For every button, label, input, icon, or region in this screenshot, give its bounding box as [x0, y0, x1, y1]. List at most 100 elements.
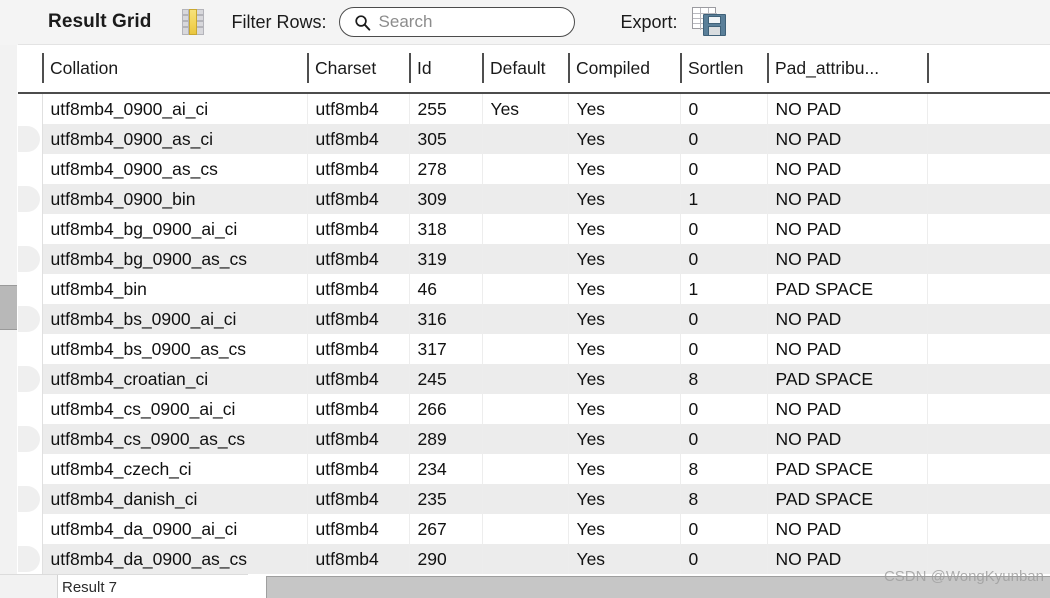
cell-sortlen[interactable]: 8: [680, 454, 768, 484]
cell-collation[interactable]: utf8mb4_danish_ci: [42, 484, 308, 514]
cell-pad[interactable]: NO PAD: [767, 394, 928, 424]
cell-compiled[interactable]: Yes: [568, 214, 681, 244]
cell-sortlen[interactable]: 0: [680, 124, 768, 154]
cell-pad[interactable]: PAD SPACE: [767, 454, 928, 484]
table-row[interactable]: utf8mb4_croatian_ci utf8mb4 245 Yes 8 PAD SPA…: [18, 364, 1050, 394]
column-header-charset[interactable]: Charset: [307, 45, 409, 94]
cell-extra[interactable]: [927, 424, 1050, 454]
cell-extra[interactable]: [927, 274, 1050, 304]
cell-charset[interactable]: utf8mb4: [307, 304, 410, 334]
cell-sortlen[interactable]: 0: [680, 154, 768, 184]
cell-collation[interactable]: utf8mb4_bs_0900_as_cs: [42, 334, 308, 364]
cell-extra[interactable]: [927, 124, 1050, 154]
cell-default[interactable]: [482, 514, 569, 544]
row-selector-cell[interactable]: [18, 514, 43, 544]
cell-extra[interactable]: [927, 484, 1050, 514]
table-row[interactable]: utf8mb4_bg_0900_as_cs utf8mb4 319 Yes 0 NO PA…: [18, 244, 1050, 274]
cell-compiled[interactable]: Yes: [568, 244, 681, 274]
cell-collation[interactable]: utf8mb4_bs_0900_ai_ci: [42, 304, 308, 334]
cell-id[interactable]: 290: [409, 544, 483, 574]
cell-charset[interactable]: utf8mb4: [307, 244, 410, 274]
cell-charset[interactable]: utf8mb4: [307, 274, 410, 304]
cell-collation[interactable]: utf8mb4_bin: [42, 274, 308, 304]
vertical-scrollbar-track[interactable]: [0, 45, 17, 576]
cell-sortlen[interactable]: 8: [680, 364, 768, 394]
cell-id[interactable]: 305: [409, 124, 483, 154]
cell-charset[interactable]: utf8mb4: [307, 214, 410, 244]
cell-extra[interactable]: [927, 214, 1050, 244]
row-selector-cell[interactable]: [18, 93, 43, 124]
cell-id[interactable]: 245: [409, 364, 483, 394]
cell-charset[interactable]: utf8mb4: [307, 124, 410, 154]
cell-collation[interactable]: utf8mb4_bg_0900_as_cs: [42, 244, 308, 274]
cell-default[interactable]: [482, 424, 569, 454]
cell-default[interactable]: [482, 544, 569, 574]
cell-sortlen[interactable]: 0: [680, 214, 768, 244]
cell-default[interactable]: [482, 364, 569, 394]
cell-extra[interactable]: [927, 364, 1050, 394]
table-row[interactable]: utf8mb4_cs_0900_ai_ci utf8mb4 266 Yes 0 NO PA…: [18, 394, 1050, 424]
cell-collation[interactable]: utf8mb4_da_0900_as_cs: [42, 544, 308, 574]
cell-charset[interactable]: utf8mb4: [307, 364, 410, 394]
table-row[interactable]: utf8mb4_bin utf8mb4 46 Yes 1 PAD SPACE: [18, 274, 1050, 304]
cell-sortlen[interactable]: 0: [680, 244, 768, 274]
cell-sortlen[interactable]: 0: [680, 304, 768, 334]
cell-extra[interactable]: [927, 93, 1050, 124]
cell-pad[interactable]: PAD SPACE: [767, 274, 928, 304]
cell-collation[interactable]: utf8mb4_bg_0900_ai_ci: [42, 214, 308, 244]
cell-extra[interactable]: [927, 184, 1050, 214]
cell-charset[interactable]: utf8mb4: [307, 424, 410, 454]
cell-default[interactable]: [482, 154, 569, 184]
cell-pad[interactable]: NO PAD: [767, 154, 928, 184]
cell-pad[interactable]: NO PAD: [767, 93, 928, 124]
cell-collation[interactable]: utf8mb4_cs_0900_ai_ci: [42, 394, 308, 424]
column-header-pad-attribute[interactable]: Pad_attribu...: [767, 45, 927, 94]
row-selector-cell[interactable]: [18, 364, 43, 394]
cell-pad[interactable]: NO PAD: [767, 184, 928, 214]
cell-default[interactable]: [482, 124, 569, 154]
cell-default[interactable]: [482, 484, 569, 514]
export-save-icon[interactable]: [691, 7, 728, 37]
cell-collation[interactable]: utf8mb4_0900_ai_ci: [42, 93, 308, 124]
cell-compiled[interactable]: Yes: [568, 124, 681, 154]
cell-sortlen[interactable]: 0: [680, 544, 768, 574]
cell-pad[interactable]: NO PAD: [767, 544, 928, 574]
cell-id[interactable]: 317: [409, 334, 483, 364]
row-selector-cell[interactable]: [18, 184, 43, 214]
cell-sortlen[interactable]: 0: [680, 93, 768, 124]
table-row[interactable]: utf8mb4_bg_0900_ai_ci utf8mb4 318 Yes 0 NO PA…: [18, 214, 1050, 244]
table-row[interactable]: utf8mb4_danish_ci utf8mb4 235 Yes 8 PAD SPACE: [18, 484, 1050, 514]
cell-default[interactable]: [482, 244, 569, 274]
column-header-compiled[interactable]: Compiled: [568, 45, 680, 94]
cell-extra[interactable]: [927, 244, 1050, 274]
cell-id[interactable]: 278: [409, 154, 483, 184]
cell-id[interactable]: 255: [409, 93, 483, 124]
cell-collation[interactable]: utf8mb4_da_0900_ai_ci: [42, 514, 308, 544]
cell-id[interactable]: 319: [409, 244, 483, 274]
horizontal-scrollbar-thumb[interactable]: [266, 576, 1050, 598]
cell-id[interactable]: 316: [409, 304, 483, 334]
column-header-sortlen[interactable]: Sortlen: [680, 45, 767, 94]
cell-id[interactable]: 267: [409, 514, 483, 544]
cell-charset[interactable]: utf8mb4: [307, 184, 410, 214]
cell-sortlen[interactable]: 0: [680, 424, 768, 454]
cell-pad[interactable]: PAD SPACE: [767, 364, 928, 394]
row-selector-cell[interactable]: [18, 334, 43, 364]
cell-compiled[interactable]: Yes: [568, 304, 681, 334]
cell-compiled[interactable]: Yes: [568, 514, 681, 544]
cell-collation[interactable]: utf8mb4_0900_as_ci: [42, 124, 308, 154]
column-header-id[interactable]: Id: [409, 45, 482, 94]
cell-charset[interactable]: utf8mb4: [307, 334, 410, 364]
cell-sortlen[interactable]: 0: [680, 334, 768, 364]
row-selector-cell[interactable]: [18, 214, 43, 244]
cell-id[interactable]: 234: [409, 454, 483, 484]
cell-id[interactable]: 289: [409, 424, 483, 454]
cell-charset[interactable]: utf8mb4: [307, 544, 410, 574]
cell-pad[interactable]: NO PAD: [767, 304, 928, 334]
cell-id[interactable]: 309: [409, 184, 483, 214]
cell-sortlen[interactable]: 1: [680, 274, 768, 304]
cell-pad[interactable]: PAD SPACE: [767, 484, 928, 514]
cell-extra[interactable]: [927, 154, 1050, 184]
table-row[interactable]: utf8mb4_bs_0900_ai_ci utf8mb4 316 Yes 0 NO PA…: [18, 304, 1050, 334]
cell-default[interactable]: [482, 274, 569, 304]
